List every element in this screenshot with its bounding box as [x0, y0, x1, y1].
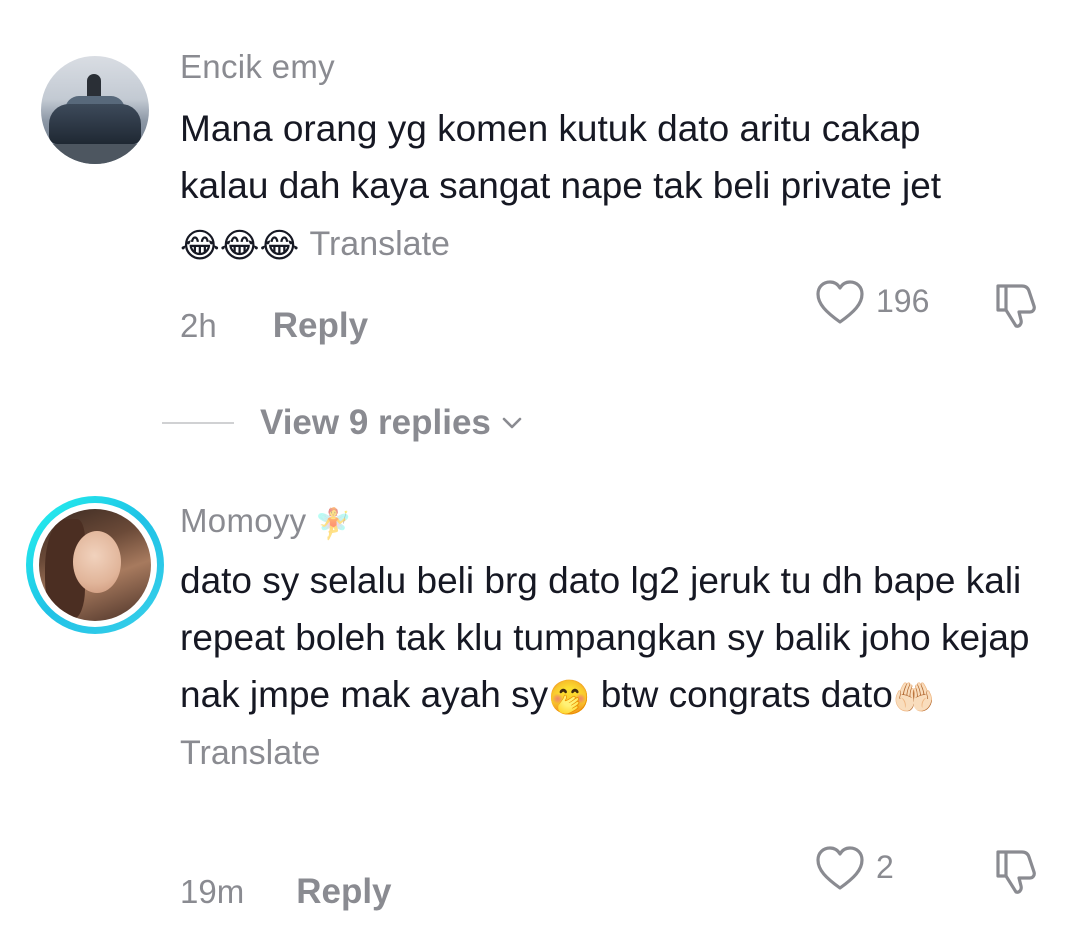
username[interactable]: Encik emy — [180, 48, 335, 86]
hand-over-mouth-emoji: 🤭 — [548, 679, 591, 717]
username-text: Momoyy — [180, 502, 307, 539]
thumbs-down-outline-icon[interactable] — [992, 278, 1042, 330]
comment-text: Mana orang yg komen kutuk dato aritu cak… — [180, 100, 1000, 273]
divider-line — [162, 422, 234, 424]
timestamp: 19m — [180, 873, 245, 910]
comment-meta: 2h Reply — [180, 306, 368, 346]
heart-outline-icon[interactable] — [814, 278, 866, 328]
comment-item: Momoyy 🧚 dato sy selalu beli brg dato lg2… — [0, 470, 1080, 939]
laughing-emoji: 😂😂😂 — [180, 227, 300, 265]
comment-actions: 2 — [814, 844, 1050, 894]
translate-link[interactable]: Translate — [180, 725, 1050, 781]
comment-meta: 19m Reply — [180, 872, 392, 912]
comment-body: Mana orang yg komen kutuk dato aritu cak… — [180, 108, 942, 206]
username[interactable]: Momoyy 🧚 — [180, 502, 352, 542]
timestamp: 2h — [180, 307, 217, 344]
comment-body-continued: btw congrats dato — [590, 674, 893, 715]
avatar-face — [73, 531, 121, 593]
avatar[interactable] — [26, 496, 164, 634]
reply-button[interactable]: Reply — [296, 872, 391, 912]
thumbs-down-outline-icon[interactable] — [992, 844, 1042, 896]
avatar-image — [41, 56, 149, 164]
avatar[interactable] — [41, 56, 149, 164]
palms-up-emoji: 🤲🏻 — [892, 679, 936, 717]
avatar-image — [39, 509, 151, 621]
avatar-bg-car — [49, 104, 141, 144]
view-replies-button[interactable]: View 9 replies — [162, 398, 523, 448]
fairy-emoji: 🧚 — [314, 508, 353, 541]
translate-link[interactable]: Translate — [309, 225, 449, 263]
avatar-bg-ground — [41, 144, 149, 164]
comment-item: Encik emy Mana orang yg komen kutuk dato… — [0, 0, 1080, 460]
heart-outline-icon[interactable] — [814, 844, 866, 894]
chevron-down-icon — [502, 417, 522, 429]
like-count: 2 — [876, 849, 894, 885]
like-count: 196 — [876, 283, 930, 319]
view-replies-label: View 9 replies — [260, 403, 491, 442]
comment-actions: 196 — [814, 278, 1050, 328]
comment-text: dato sy selalu beli brg dato lg2 jeruk t… — [180, 552, 1050, 781]
reply-button[interactable]: Reply — [273, 306, 368, 346]
